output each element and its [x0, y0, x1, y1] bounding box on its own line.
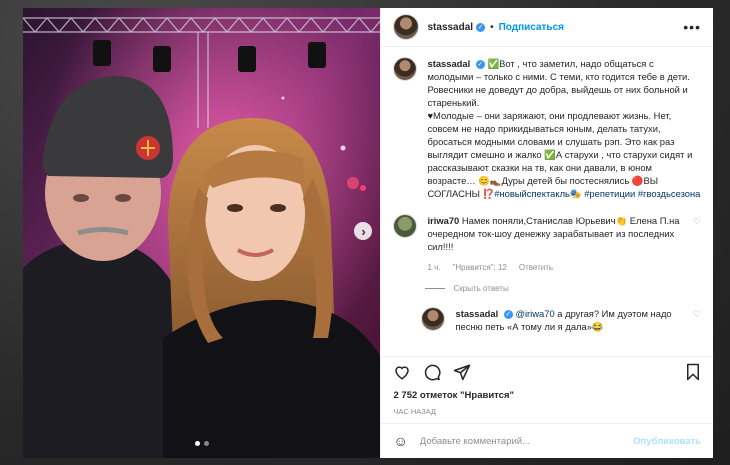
reply-username[interactable]: stassadal: [455, 308, 498, 319]
comment-meta: 1 ч. "Нравится": 12 Ответить: [427, 261, 686, 274]
verified-icon: ✓: [503, 310, 513, 320]
comment-thread: iriwa70 Намек поняли,Станислав Юрьевич👏 …: [393, 214, 701, 333]
emoji-icon[interactable]: ☺: [393, 433, 407, 449]
reply-button[interactable]: Ответить: [519, 261, 553, 274]
share-icon[interactable]: [453, 363, 471, 381]
caption-text: ✅Вот , что заметил, надо общаться с моло…: [427, 58, 693, 199]
reply-heart-icon[interactable]: ♡: [693, 309, 701, 320]
reply-item: stassadal ✓ @iriwa70 а другая? Им дуэтом…: [421, 307, 701, 333]
post-modal: › stassadal ✓ • Подписаться ••• stassada…: [23, 8, 713, 458]
hide-replies-label: Скрыть ответы: [453, 284, 509, 293]
likes-count[interactable]: 2 752 отметок "Нравится": [381, 387, 713, 405]
comments-list[interactable]: stassadal ✓ ✅Вот , что заметил, надо общ…: [381, 47, 713, 356]
comment-age[interactable]: 1 ч.: [427, 261, 440, 274]
carousel-dots: [23, 441, 380, 446]
hashtag-link[interactable]: #новыйспектакль🎭: [494, 188, 581, 199]
caption-username[interactable]: stassadal: [427, 58, 470, 69]
reply-avatar[interactable]: [421, 307, 446, 331]
comment-likes[interactable]: "Нравится": 12: [453, 261, 507, 274]
hashtag-link[interactable]: #репетиции #гвоздьсезона: [584, 188, 700, 199]
publish-button[interactable]: Опубликовать: [633, 436, 701, 447]
verified-icon: ✓: [475, 60, 485, 70]
caption-avatar[interactable]: [393, 57, 418, 81]
post-header: stassadal ✓ • Подписаться •••: [381, 8, 713, 47]
comment-input[interactable]: [417, 434, 634, 448]
comment-icon[interactable]: [423, 363, 442, 381]
post-image[interactable]: ›: [23, 8, 381, 458]
comment-item: iriwa70 Намек поняли,Станислав Юрьевич👏 …: [393, 214, 701, 274]
carousel-dot[interactable]: [203, 441, 209, 446]
author-avatar[interactable]: [393, 14, 420, 40]
comment-username[interactable]: iriwa70: [427, 215, 459, 226]
divider: [425, 288, 446, 289]
comment-heart-icon[interactable]: ♡: [693, 216, 701, 227]
follow-button[interactable]: Подписаться: [499, 22, 564, 33]
separator: •: [490, 21, 494, 33]
author-username[interactable]: stassadal: [427, 22, 473, 33]
bookmark-icon[interactable]: [685, 363, 701, 381]
comment-body: iriwa70 Намек поняли,Станислав Юрьевич👏 …: [427, 214, 686, 274]
reply-body: stassadal ✓ @iriwa70 а другая? Им дуэтом…: [455, 307, 686, 333]
mention-link[interactable]: @iriwa70: [515, 308, 554, 319]
commenter-avatar[interactable]: [393, 214, 418, 238]
comment-text: Намек поняли,Станислав Юрьевич👏 Елена П.…: [427, 215, 680, 252]
more-icon[interactable]: •••: [683, 19, 701, 35]
action-bar: [381, 356, 713, 387]
carousel-dot-active: [194, 441, 200, 446]
post-sidebar: stassadal ✓ • Подписаться ••• stassadal …: [380, 8, 713, 458]
verified-icon: ✓: [476, 22, 486, 32]
heart-icon[interactable]: [393, 363, 411, 381]
post-time[interactable]: час назад: [381, 405, 713, 423]
caption: stassadal ✓ ✅Вот , что заметил, надо общ…: [393, 57, 701, 200]
photo-illustration: [23, 8, 381, 458]
add-comment-bar: ☺ Опубликовать: [381, 423, 713, 458]
caption-body: stassadal ✓ ✅Вот , что заметил, надо общ…: [427, 57, 701, 200]
hide-replies-button[interactable]: Скрыть ответы: [425, 284, 701, 293]
